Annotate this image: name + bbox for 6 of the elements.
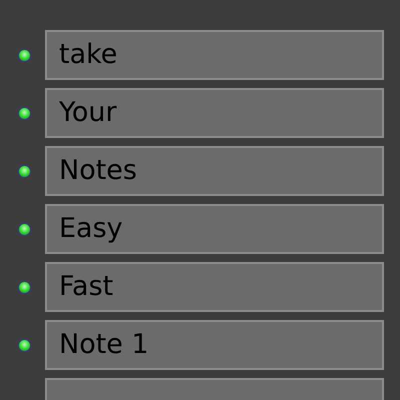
note-item[interactable]: take <box>45 30 384 80</box>
note-item[interactable]: Notes <box>45 146 384 196</box>
note-item[interactable]: Your <box>45 88 384 138</box>
note-item[interactable]: Note 1 <box>45 320 384 370</box>
note-item[interactable]: Fast <box>45 262 384 312</box>
note-item[interactable]: Easy <box>45 204 384 254</box>
